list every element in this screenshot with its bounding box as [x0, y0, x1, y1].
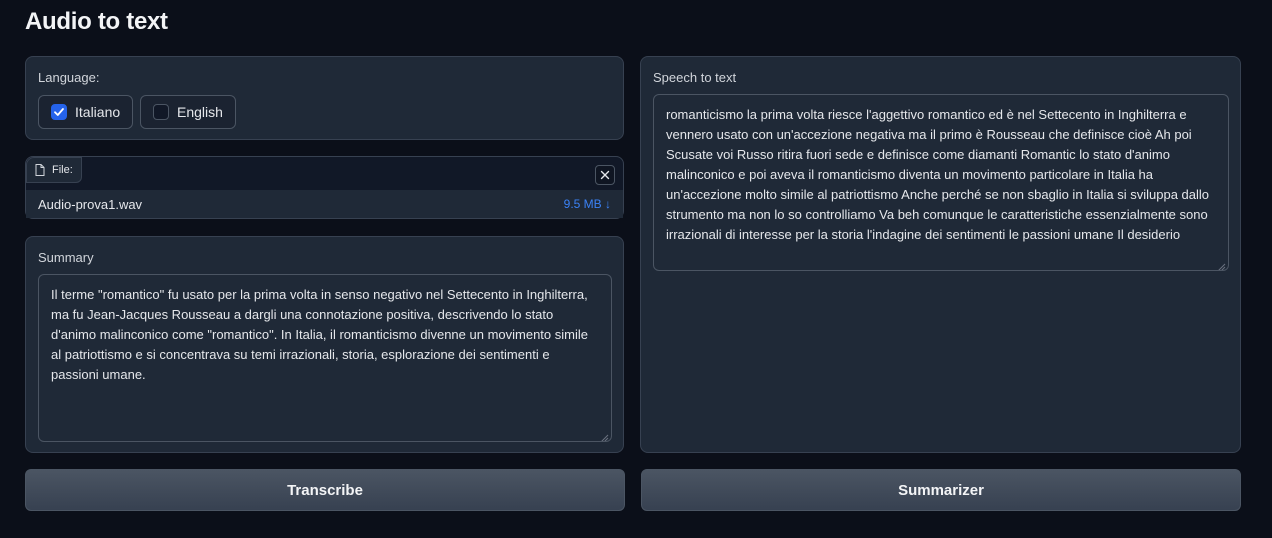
language-panel: Language: Italiano English [25, 56, 624, 140]
summary-text: Il terme "romantico" fu usato per la pri… [51, 287, 588, 382]
checkbox-english[interactable]: English [140, 95, 236, 129]
checkbox-english-label: English [177, 104, 223, 120]
speech-textarea[interactable]: romanticismo la prima volta riesce l'agg… [653, 94, 1229, 271]
resize-handle-icon[interactable] [599, 429, 609, 441]
close-icon [600, 170, 610, 180]
transcribe-button[interactable]: Transcribe [25, 469, 625, 511]
file-size-download-link[interactable]: 9.5 MB ↓ [564, 197, 611, 211]
file-upload-panel: File: Audio-prova1.wav 9.5 MB ↓ [25, 156, 624, 219]
summary-label: Summary [38, 250, 94, 265]
file-chip: File: [26, 157, 82, 183]
summary-textarea[interactable]: Il terme "romantico" fu usato per la pri… [38, 274, 612, 442]
file-icon [35, 164, 45, 176]
checkbox-italiano-label: Italiano [75, 104, 121, 120]
file-row: Audio-prova1.wav 9.5 MB ↓ [26, 190, 623, 218]
resize-handle-icon[interactable] [1216, 258, 1226, 270]
clear-file-button[interactable] [595, 165, 615, 185]
language-label: Language: [38, 70, 100, 85]
speech-to-text-panel: Speech to text romanticismo la prima vol… [640, 56, 1241, 453]
checkbox-italiano[interactable]: Italiano [38, 95, 134, 129]
speech-text: romanticismo la prima volta riesce l'agg… [666, 107, 1210, 242]
page-title: Audio to text [25, 8, 168, 35]
summary-panel: Summary Il terme "romantico" fu usato pe… [25, 236, 624, 453]
speech-label: Speech to text [653, 70, 737, 85]
file-chip-label: File: [52, 164, 73, 176]
file-name: Audio-prova1.wav [38, 196, 143, 212]
checkbox-checked-icon[interactable] [51, 104, 67, 120]
summarizer-button[interactable]: Summarizer [641, 469, 1241, 511]
checkbox-unchecked-icon[interactable] [153, 104, 169, 120]
